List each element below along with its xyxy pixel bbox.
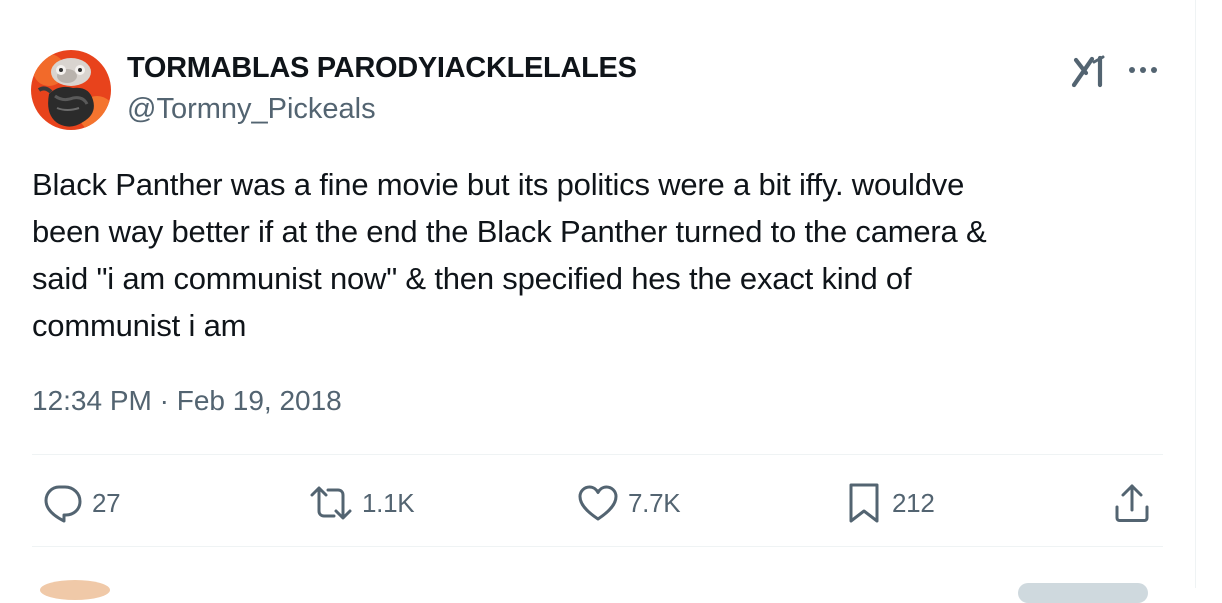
retweet-icon xyxy=(310,486,352,520)
grok-icon[interactable] xyxy=(1070,54,1110,88)
more-icon[interactable] xyxy=(1125,56,1161,84)
next-button-edge xyxy=(1018,583,1148,603)
column-border xyxy=(1195,0,1196,588)
like-button[interactable]: 7.7K xyxy=(576,478,681,528)
bookmark-count: 212 xyxy=(892,487,935,518)
reply-button[interactable]: 27 xyxy=(40,478,121,528)
author-handle[interactable]: @Tormny_Pickeals xyxy=(127,93,376,126)
share-icon xyxy=(1115,484,1149,522)
share-button[interactable] xyxy=(1110,478,1154,528)
reply-icon xyxy=(44,485,82,523)
retweet-button[interactable]: 1.1K xyxy=(308,478,415,528)
tweet-text: Black Panther was a fine movie but its p… xyxy=(32,167,987,343)
author-display-name[interactable]: TORMABLAS PARODYIACKLELALES xyxy=(127,52,637,85)
heart-icon xyxy=(578,485,618,521)
retweet-count: 1.1K xyxy=(362,487,415,518)
next-avatar-edge xyxy=(40,580,110,600)
bookmark-icon xyxy=(849,483,879,523)
tweet-timestamp[interactable]: 12:34 PM · Feb 19, 2018 xyxy=(32,385,342,417)
divider xyxy=(32,546,1163,547)
bookmark-button[interactable]: 212 xyxy=(844,478,935,528)
reply-count: 27 xyxy=(92,487,121,518)
like-count: 7.7K xyxy=(628,487,681,518)
tweet-card: TORMABLAS PARODYIACKLELALES @Tormny_Pick… xyxy=(0,0,1195,603)
avatar-image xyxy=(31,50,111,130)
avatar[interactable] xyxy=(31,50,111,130)
divider xyxy=(32,454,1163,455)
